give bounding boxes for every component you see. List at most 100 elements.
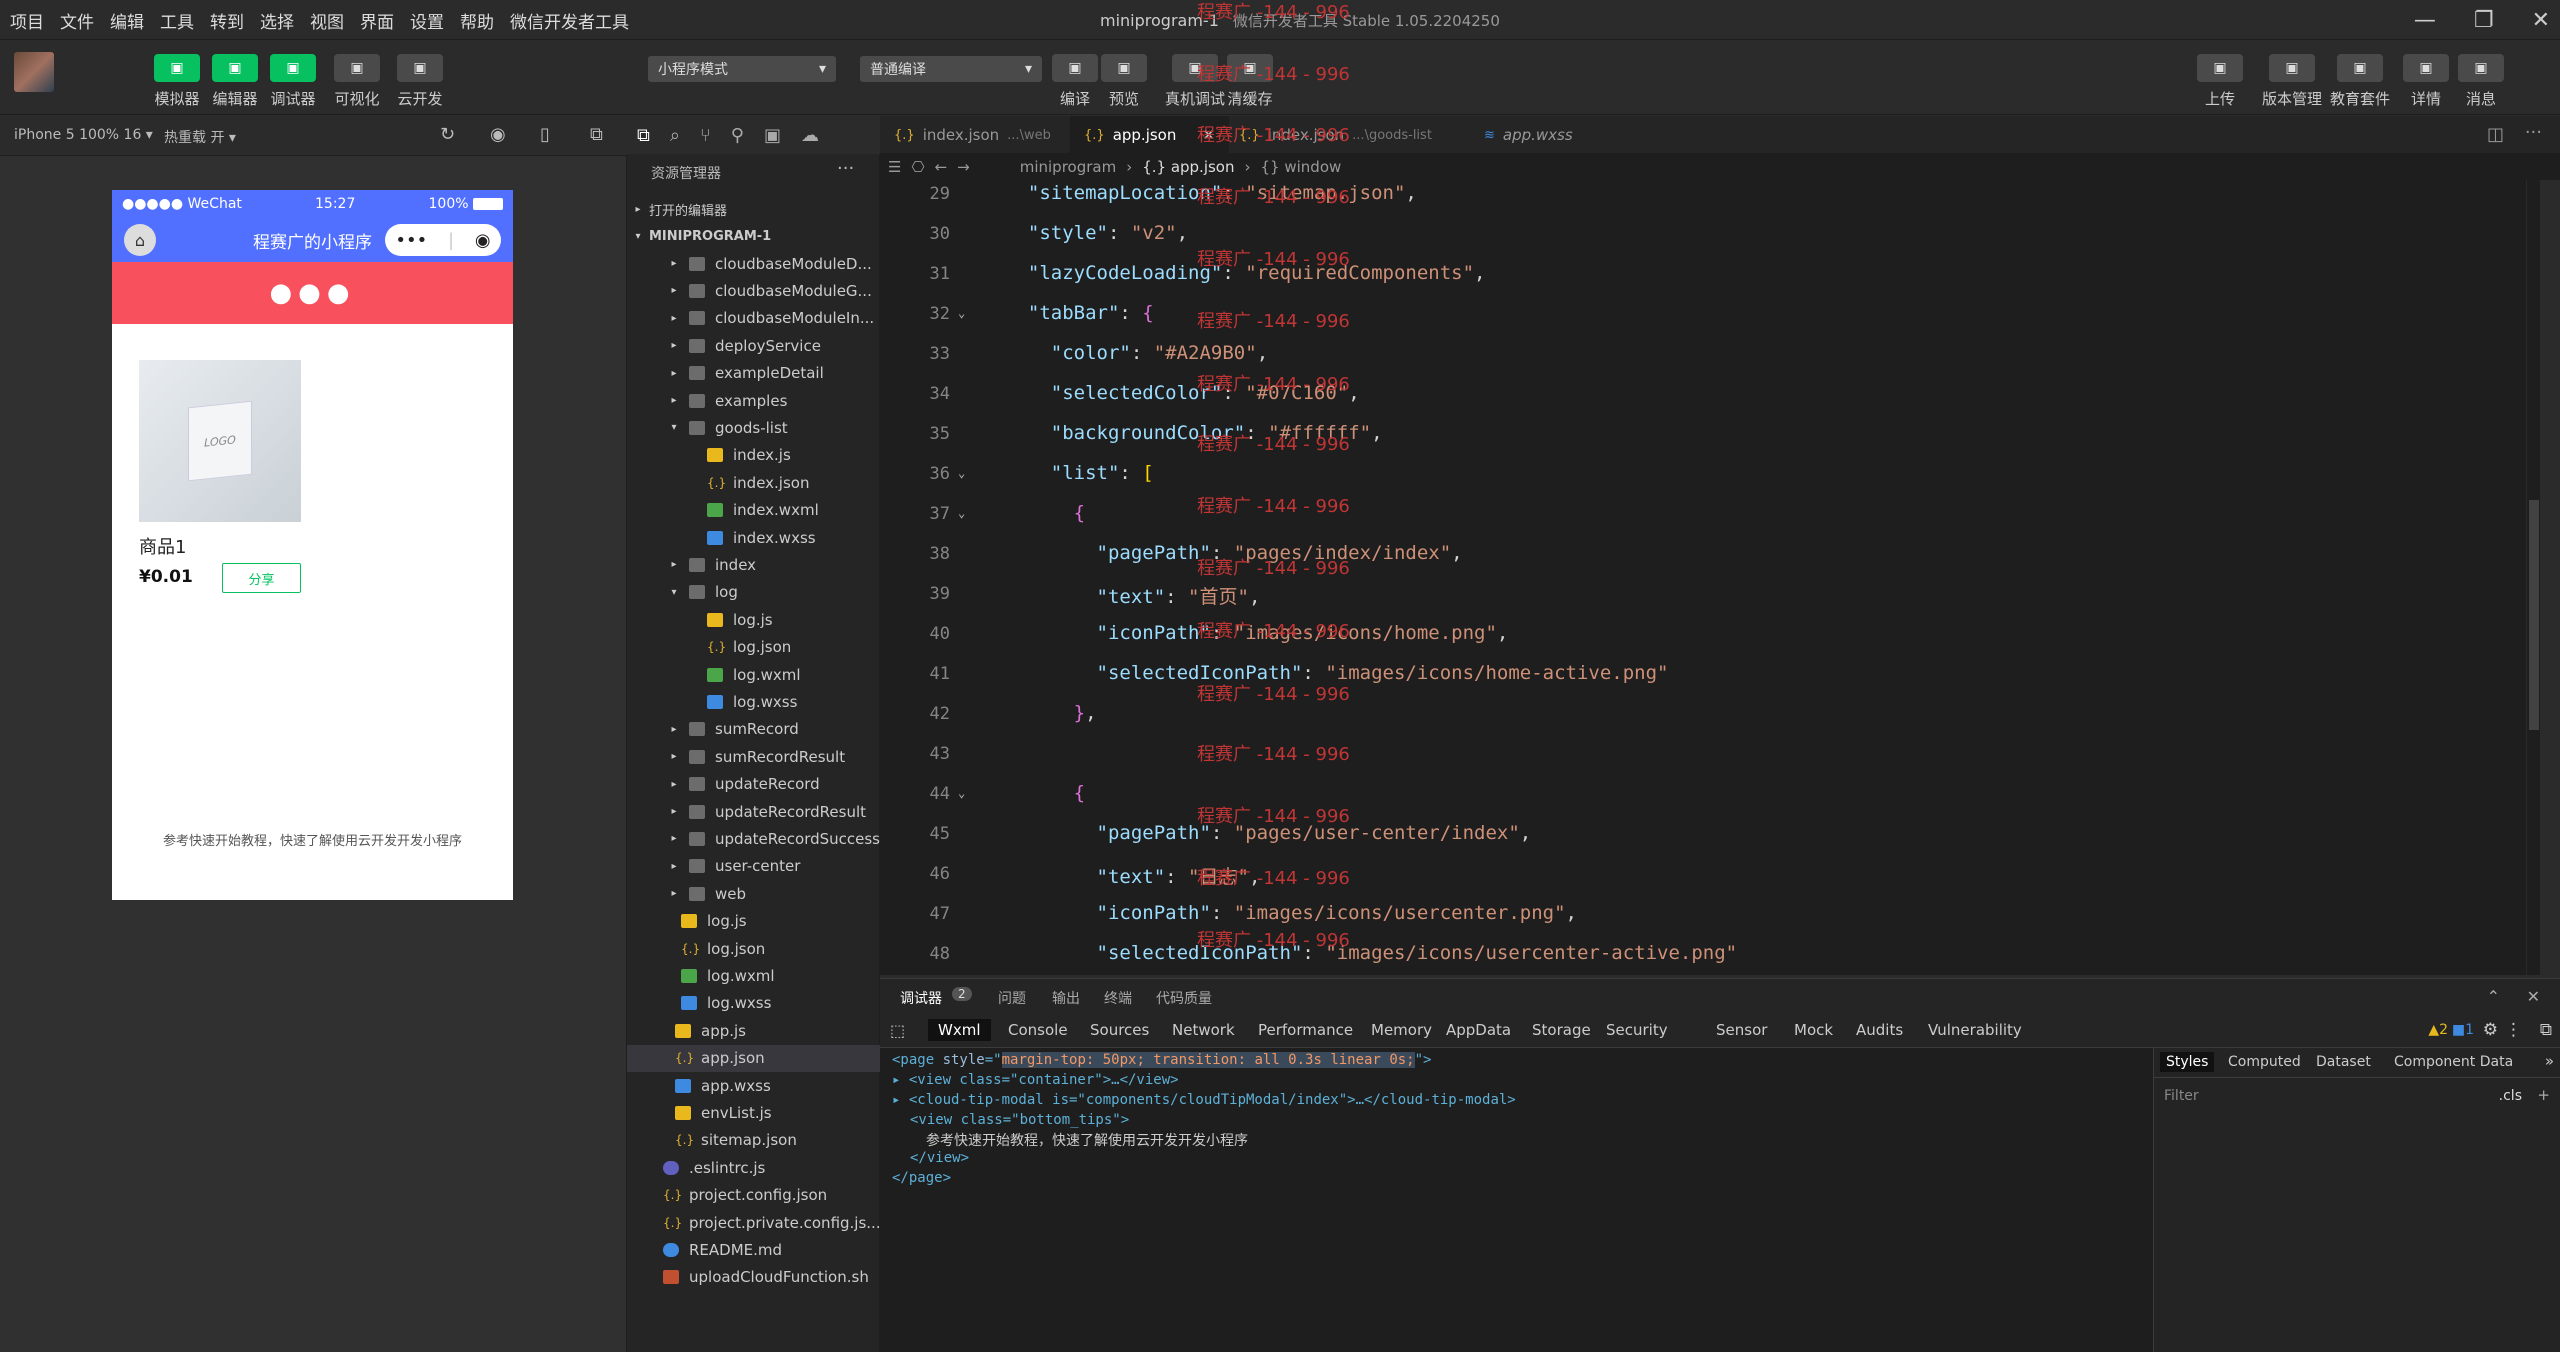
warning-count[interactable]: ▲2 <box>2428 1022 2448 1038</box>
open-editors-section[interactable]: ▸ 打开的编辑器 <box>627 196 880 223</box>
toolbar-bell-button[interactable]: ▣ 消息 <box>2458 54 2504 109</box>
devtools-tab[interactable]: Sensor <box>1716 1021 1767 1039</box>
close-icon[interactable]: ✕ <box>2527 987 2540 1006</box>
styles-tab[interactable]: Computed <box>2228 1054 2301 1070</box>
toolbar-phone-button[interactable]: ▣ 模拟器 <box>154 54 200 109</box>
file-tree-item[interactable]: ▸ cloudbaseModuleD... <box>627 250 880 277</box>
more-icon[interactable]: ⋮ <box>2505 1020 2522 1040</box>
gear-icon[interactable]: ⚙ <box>2483 1020 2498 1040</box>
cloud-icon[interactable]: ☁ <box>801 125 819 146</box>
file-tree-item[interactable]: {.} index.json <box>627 469 880 496</box>
devtools-tab[interactable]: Network <box>1172 1021 1235 1039</box>
file-tree-item[interactable]: app.wxss <box>627 1072 880 1099</box>
plus-icon[interactable]: + <box>2537 1086 2550 1104</box>
fold-chevron-icon[interactable]: ⌄ <box>958 506 972 520</box>
home-icon[interactable]: ⌂ <box>124 224 156 256</box>
file-tree-item[interactable]: ▸ exampleDetail <box>627 360 880 387</box>
editor-scrollbar[interactable] <box>2526 180 2540 975</box>
styles-tab[interactable]: Styles <box>2160 1052 2215 1072</box>
styles-filter-input[interactable]: Filter <box>2164 1088 2199 1104</box>
extensions-icon[interactable]: ▣ <box>764 125 781 146</box>
file-tree-item[interactable]: ▸ updateRecordResult <box>627 798 880 825</box>
toolbar-debug-button[interactable]: ▣ 调试器 <box>270 54 316 109</box>
devtools-tab[interactable]: Vulnerability <box>1928 1021 2022 1039</box>
capsule-menu[interactable]: ••• | ◉ <box>385 224 501 256</box>
menu-item[interactable]: 项目 <box>10 8 44 33</box>
bookmark-icon[interactable]: ⎔ <box>911 158 924 176</box>
file-tree-item[interactable]: ▾ log <box>627 579 880 606</box>
product-image[interactable]: LOGO <box>139 360 301 522</box>
devtools-panel-tab[interactable]: 输出 <box>1052 988 1080 1008</box>
toolbar-refresh-button[interactable]: ▣ 编译 <box>1052 54 1098 109</box>
menu-item[interactable]: 工具 <box>160 8 194 33</box>
devtools-tab[interactable]: Wxml <box>928 1019 991 1041</box>
breadcrumb-item[interactable]: {.} app.json <box>1142 158 1234 176</box>
wxml-page-node[interactable]: <page style="margin-top: 50px; transitio… <box>892 1052 1431 1068</box>
wxml-container-node[interactable]: ▸ <view class="container">…</view> <box>892 1072 1179 1088</box>
fold-chevron-icon[interactable]: ⌄ <box>958 466 972 480</box>
cls-toggle[interactable]: .cls <box>2499 1088 2522 1104</box>
file-tree-item[interactable]: envList.js <box>627 1099 880 1126</box>
more-icon[interactable]: ··· <box>2525 122 2542 143</box>
devtools-panel-tab[interactable]: 调试器 <box>900 988 942 1008</box>
inspect-icon[interactable]: ⬚ <box>890 1021 905 1040</box>
file-tree-item[interactable]: ▸ cloudbaseModuleIn... <box>627 305 880 332</box>
phone-icon[interactable]: ▯ <box>540 124 550 145</box>
fold-chevron-icon[interactable]: ⌄ <box>958 306 972 320</box>
devtools-tab[interactable]: Audits <box>1856 1021 1903 1039</box>
code-editor[interactable]: 29 "sitemapLocation": "sitemap.json", 30 … <box>880 180 2540 975</box>
file-tree-item[interactable]: ▸ sumRecordResult <box>627 743 880 770</box>
file-tree-item[interactable]: ▸ user-center <box>627 853 880 880</box>
menu-item[interactable]: 视图 <box>310 8 344 33</box>
toolbar-code-button[interactable]: ▣ 编辑器 <box>212 54 258 109</box>
info-count[interactable]: ■1 <box>2452 1022 2474 1038</box>
file-tree-item[interactable]: {.} app.json <box>627 1044 880 1072</box>
menu-item[interactable]: 转到 <box>210 8 244 33</box>
back-icon[interactable]: ← <box>935 158 948 176</box>
file-tree-item[interactable]: {.} sitemap.json <box>627 1127 880 1154</box>
devtools-panel-tab[interactable]: 问题 <box>998 988 1026 1008</box>
file-tree-item[interactable]: .eslintrc.js <box>627 1154 880 1181</box>
menu-item[interactable]: 微信开发者工具 <box>510 8 629 33</box>
menu-item[interactable]: 设置 <box>410 8 444 33</box>
record-icon[interactable]: ◉ <box>490 124 506 145</box>
file-tree-item[interactable]: index.js <box>627 442 880 469</box>
toolbar-branch-button[interactable]: ▣ 版本管理 <box>2262 54 2322 109</box>
exit-icon[interactable]: ◉ <box>475 230 491 251</box>
more-icon[interactable]: ••• <box>395 230 427 251</box>
rotate-icon[interactable]: ↻ <box>440 124 455 145</box>
wxml-modal-node[interactable]: ▸ <cloud-tip-modal is="components/cloudT… <box>892 1092 1516 1108</box>
file-tree-item[interactable]: index.wxml <box>627 497 880 524</box>
devtools-panel-tab[interactable]: 代码质量 <box>1156 988 1212 1008</box>
file-tree-item[interactable]: {.} project.config.json <box>627 1182 880 1209</box>
popout-icon[interactable]: ⧉ <box>590 124 603 145</box>
toolbar-upload-button[interactable]: ▣ 上传 <box>2197 54 2243 109</box>
share-button[interactable]: 分享 <box>222 563 301 593</box>
file-tree-item[interactable]: log.wxml <box>627 962 880 989</box>
toolbar-layout-button[interactable]: ▣ 可视化 <box>334 54 380 109</box>
file-tree-item[interactable]: ▸ cloudbaseModuleG... <box>627 277 880 304</box>
file-tree-item[interactable]: ▸ examples <box>627 387 880 414</box>
file-tree-item[interactable]: uploadCloudFunction.sh <box>627 1264 880 1291</box>
breadcrumb-item[interactable]: {} window <box>1261 158 1342 176</box>
toolbar-eye-button[interactable]: ▣ 预览 <box>1101 54 1147 109</box>
wxml-bottom-tips-node[interactable]: <view class="bottom_tips"> <box>910 1112 1129 1128</box>
file-tree-item[interactable]: log.wxss <box>627 688 880 715</box>
devtools-tab[interactable]: Sources <box>1090 1021 1149 1039</box>
menu-item[interactable]: 选择 <box>260 8 294 33</box>
project-root-section[interactable]: ▾ MINIPROGRAM-1 <box>627 223 880 250</box>
device-select[interactable]: iPhone 5 100% 16 ▾ <box>14 127 153 143</box>
close-icon[interactable]: ✕ <box>2532 8 2550 33</box>
fold-chevron-icon[interactable]: ⌄ <box>958 786 972 800</box>
file-tree-item[interactable]: app.js <box>627 1017 880 1044</box>
editor-tab[interactable]: {.} index.json ...\web <box>880 116 1065 154</box>
toolbar-graduation-button[interactable]: ▣ 教育套件 <box>2330 54 2390 109</box>
source-control-icon[interactable]: ⑂ <box>700 125 711 146</box>
file-tree-item[interactable]: ▸ sumRecord <box>627 716 880 743</box>
menu-item[interactable]: 帮助 <box>460 8 494 33</box>
menu-item[interactable]: 文件 <box>60 8 94 33</box>
file-tree-item[interactable]: {.} log.json <box>627 935 880 962</box>
styles-tab[interactable]: Dataset <box>2316 1054 2371 1070</box>
restore-icon[interactable]: ❐ <box>2474 8 2494 33</box>
breadcrumb-item[interactable]: miniprogram <box>1020 158 1116 176</box>
